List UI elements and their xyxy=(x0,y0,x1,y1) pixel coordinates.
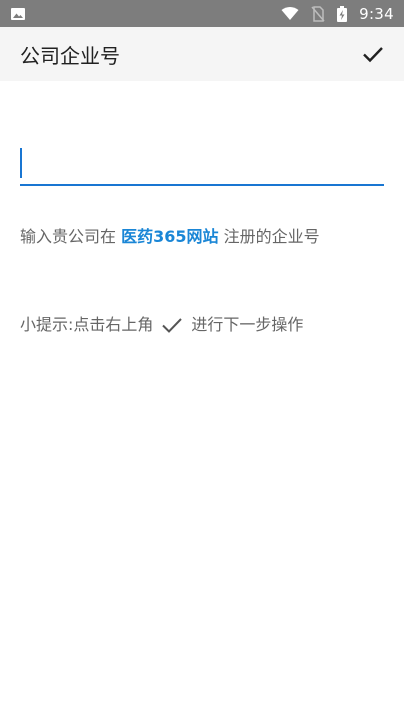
input-hint: 输入贵公司在 医药365网站 注册的企业号 xyxy=(20,224,350,250)
status-bar: 9:34 xyxy=(0,0,404,27)
input-underline xyxy=(20,184,384,186)
text-cursor xyxy=(20,148,22,178)
site-link[interactable]: 医药365网站 xyxy=(121,227,218,246)
hint-prefix: 输入贵公司在 xyxy=(20,227,117,246)
tip-prefix: 小提示:点击右上角 xyxy=(20,315,154,334)
enterprise-number-input[interactable] xyxy=(20,140,384,183)
battery-charging-icon xyxy=(337,5,348,22)
confirm-check-icon[interactable] xyxy=(358,39,388,69)
status-time: 9:34 xyxy=(359,4,394,23)
no-sim-icon xyxy=(311,5,325,22)
image-icon xyxy=(10,7,26,21)
wifi-icon xyxy=(281,6,299,21)
hint-suffix: 注册的企业号 xyxy=(223,227,320,246)
page-title: 公司企业号 xyxy=(20,43,120,68)
enterprise-number-field[interactable] xyxy=(20,140,384,186)
check-icon xyxy=(159,314,185,336)
tip-suffix: 进行下一步操作 xyxy=(191,315,304,334)
app-toolbar: 公司企业号 xyxy=(0,27,404,81)
tip-line: 小提示:点击右上角 进行下一步操作 xyxy=(20,312,400,338)
